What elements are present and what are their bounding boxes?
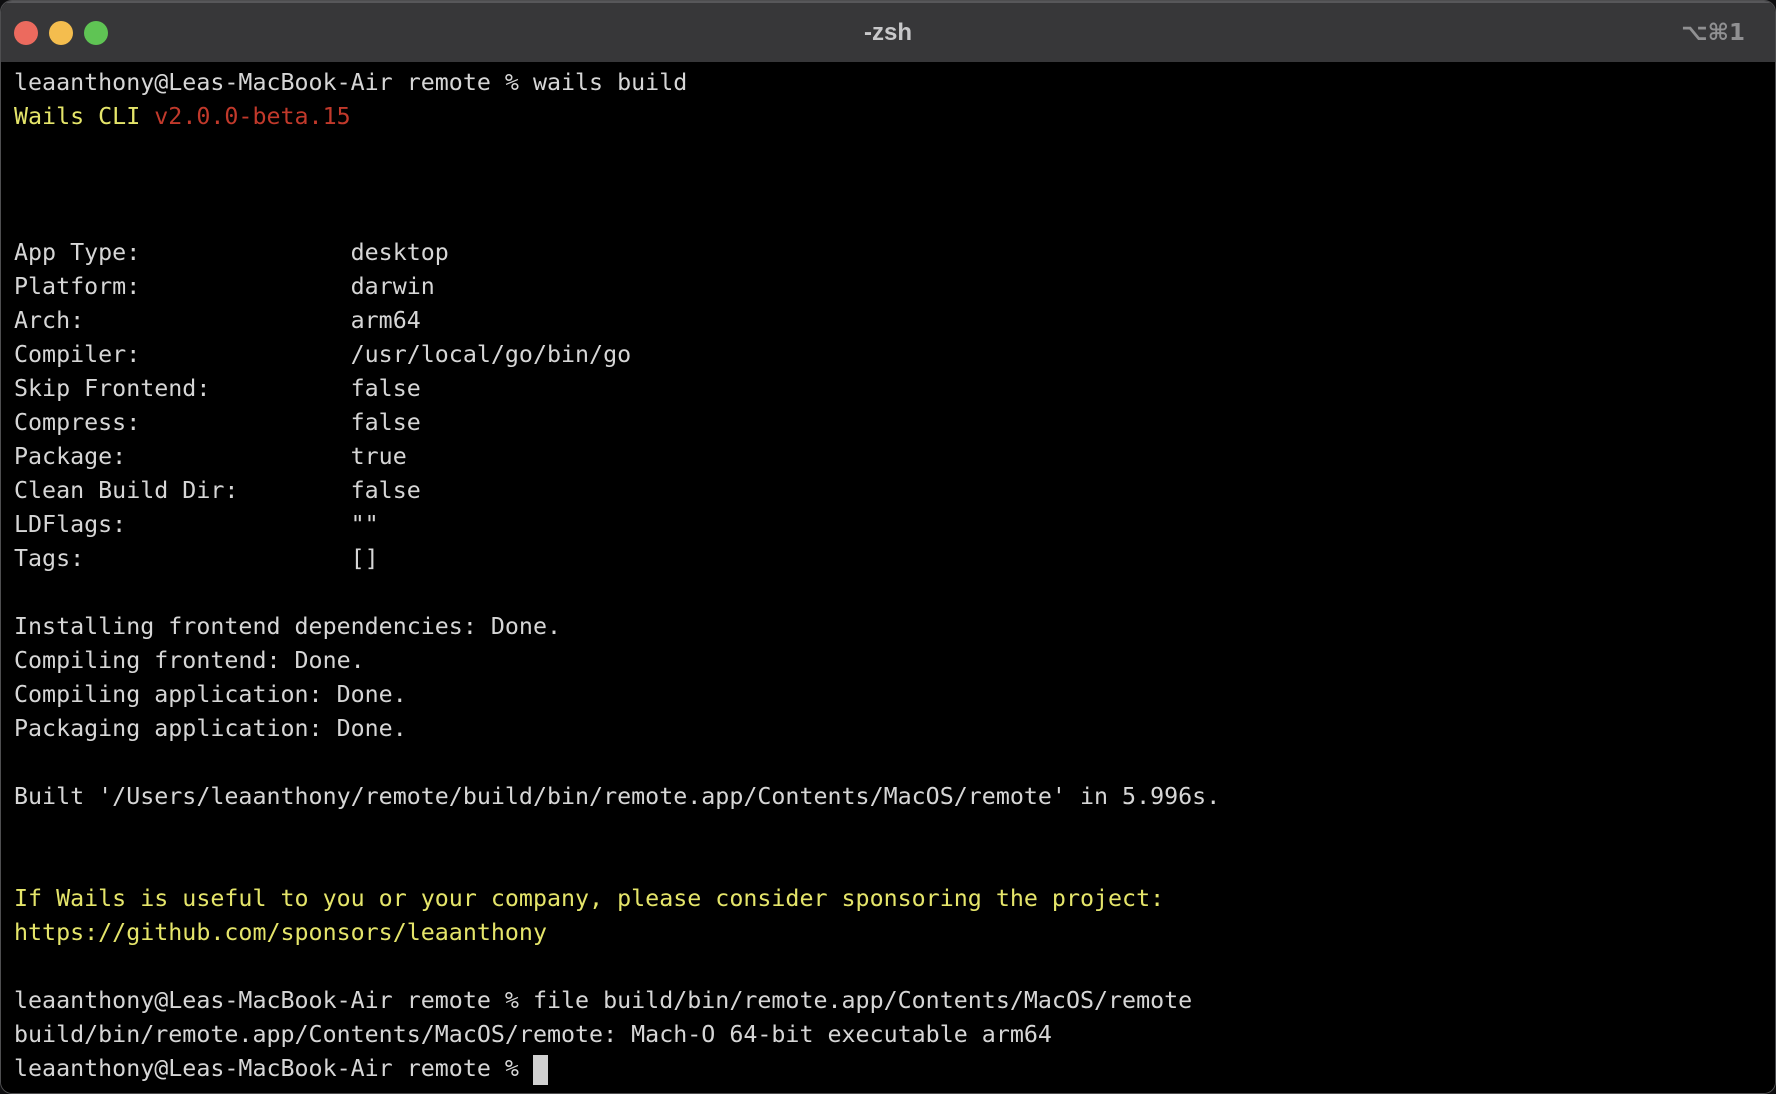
terminal-line: build/bin/remote.app/Contents/MacOS/remo… [14,1018,1767,1052]
text-segment: Arch: arm64 [14,307,421,334]
terminal-line: https://github.com/sponsors/leaanthony [14,916,1767,950]
text-segment: Compiler: /usr/local/go/bin/go [14,341,631,368]
terminal-line [14,950,1767,984]
terminal-line: If Wails is useful to you or your compan… [14,882,1767,916]
terminal-cursor [533,1055,548,1085]
text-segment: Clean Build Dir: false [14,477,421,504]
text-segment: Compiling frontend: Done. [14,647,365,674]
text-segment: Skip Frontend: false [14,375,421,402]
terminal-line: Clean Build Dir: false [14,474,1767,508]
terminal-line: Installing frontend dependencies: Done. [14,610,1767,644]
terminal-line: leaanthony@Leas-MacBook-Air remote % fil… [14,984,1767,1018]
terminal-line [14,848,1767,882]
terminal-line: Tags: [] [14,542,1767,576]
text-segment: Wails CLI [14,103,154,130]
text-segment: https://github.com/sponsors/leaanthony [14,919,547,946]
terminal-line: Packaging application: Done. [14,712,1767,746]
terminal-line: Package: true [14,440,1767,474]
title-bar[interactable]: -zsh ⌥⌘1 [1,1,1775,63]
terminal-line [14,814,1767,848]
text-segment: leaanthony@Leas-MacBook-Air remote % [14,1055,533,1082]
text-segment: leaanthony@Leas-MacBook-Air remote % fil… [14,987,1192,1014]
terminal-line [14,134,1767,168]
terminal-line: Compiling application: Done. [14,678,1767,712]
keyboard-shortcut-badge: ⌥⌘1 [1681,3,1745,63]
text-segment: leaanthony@Leas-MacBook-Air remote % wai… [14,69,687,96]
terminal-line: Skip Frontend: false [14,372,1767,406]
terminal-line: Wails CLI v2.0.0-beta.15 [14,100,1767,134]
text-segment: Platform: darwin [14,273,435,300]
terminal-line: Platform: darwin [14,270,1767,304]
terminal-line: Compiling frontend: Done. [14,644,1767,678]
text-segment: Built '/Users/leaanthony/remote/build/bi… [14,783,1220,810]
text-segment: Packaging application: Done. [14,715,407,742]
terminal-line: Compress: false [14,406,1767,440]
text-segment: Tags: [] [14,545,379,572]
text-segment: build/bin/remote.app/Contents/MacOS/remo… [14,1021,1052,1048]
text-segment: Package: true [14,443,407,470]
terminal-screen[interactable]: leaanthony@Leas-MacBook-Air remote % wai… [1,63,1775,1093]
terminal-line: Compiler: /usr/local/go/bin/go [14,338,1767,372]
terminal-line [14,746,1767,780]
terminal-line: leaanthony@Leas-MacBook-Air remote % [14,1052,1767,1086]
terminal-window: -zsh ⌥⌘1 leaanthony@Leas-MacBook-Air rem… [0,0,1776,1094]
terminal-line: LDFlags: "" [14,508,1767,542]
text-segment: Installing frontend dependencies: Done. [14,613,561,640]
terminal-line [14,168,1767,202]
text-segment: If Wails is useful to you or your compan… [14,885,1164,912]
text-segment: LDFlags: "" [14,511,379,538]
terminal-line: App Type: desktop [14,236,1767,270]
terminal-line [14,576,1767,610]
text-segment: Compiling application: Done. [14,681,407,708]
text-segment: App Type: desktop [14,239,449,266]
text-segment: Compress: false [14,409,421,436]
terminal-line: leaanthony@Leas-MacBook-Air remote % wai… [14,66,1767,100]
text-segment: v2.0.0-beta.15 [154,103,350,130]
terminal-line: Arch: arm64 [14,304,1767,338]
window-title: -zsh [1,3,1775,63]
terminal-line: Built '/Users/leaanthony/remote/build/bi… [14,780,1767,814]
terminal-line [14,202,1767,236]
